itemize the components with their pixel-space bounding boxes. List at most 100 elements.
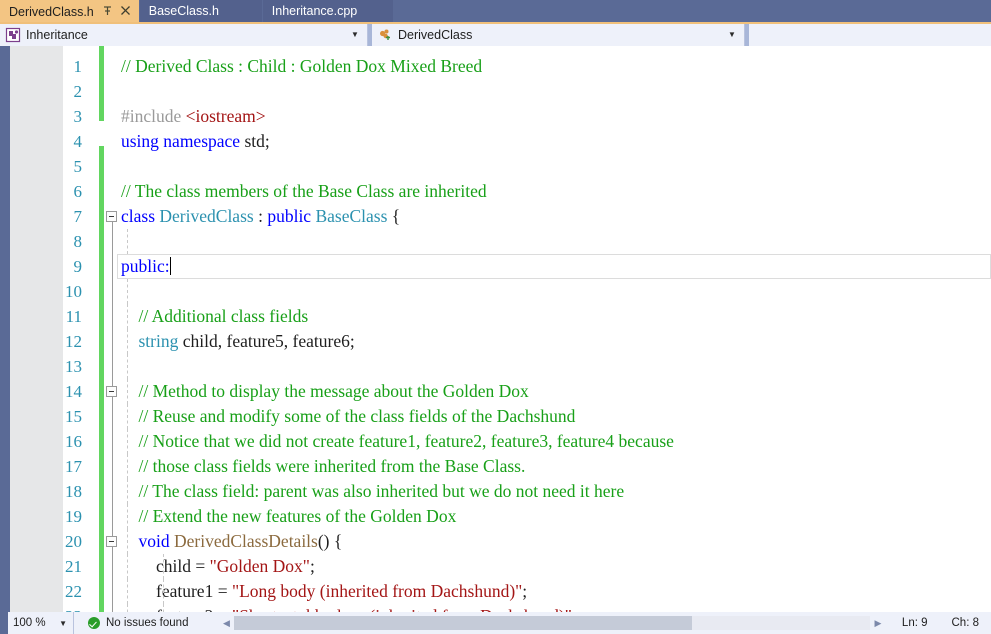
code-token-plain: ; [309, 556, 315, 576]
visual-studio-window: DerivedClass.h BaseClass.h Inheritance.c… [0, 0, 991, 634]
chevron-down-icon[interactable]: ▼ [59, 619, 73, 628]
indent-guide [127, 354, 128, 379]
class-icon [377, 27, 393, 43]
close-icon[interactable] [120, 5, 131, 18]
issues-status-text: No issues found [106, 617, 189, 629]
indent-guide [127, 454, 128, 479]
caret-line-indicator: Ln: 9 [901, 617, 928, 629]
code-text-area[interactable]: // Derived Class : Child : Golden Dox Mi… [121, 46, 991, 612]
outline-collapse-toggle[interactable] [106, 386, 117, 397]
code-line[interactable] [121, 154, 991, 179]
code-line[interactable]: // The class field: parent was also inhe… [121, 479, 991, 504]
code-line[interactable] [121, 229, 991, 254]
tab-label: Inheritance.cpp [271, 4, 358, 18]
chevron-down-icon[interactable]: ▼ [347, 24, 363, 46]
code-line[interactable]: // Method to display the message about t… [121, 379, 991, 404]
line-number: 17 [65, 457, 82, 476]
code-token-type: DerivedClass [159, 206, 254, 226]
triangle-left-icon[interactable]: ◀ [218, 614, 234, 632]
outlining-margin[interactable] [105, 46, 121, 612]
indent-guide [127, 579, 128, 604]
code-token-kw: class [121, 206, 160, 226]
code-line[interactable]: // The class members of the Base Class a… [121, 179, 991, 204]
line-number-gutter: 1234567891011121314151617181920212223 [10, 46, 85, 612]
code-line[interactable] [121, 279, 991, 304]
code-line[interactable]: // Notice that we did not create feature… [121, 429, 991, 454]
scrollbar-track[interactable] [234, 616, 870, 630]
code-token-str: "Long body (inherited from Dachshund)" [231, 581, 523, 601]
code-token-comment: // The class field: parent was also inhe… [121, 481, 625, 501]
line-number: 14 [65, 382, 82, 401]
class-scope-dropdown[interactable]: DerivedClass ▼ [372, 24, 745, 46]
line-number: 22 [65, 582, 82, 601]
editor-tab-strip: DerivedClass.h BaseClass.h Inheritance.c… [0, 0, 991, 22]
code-token-comment: // Extend the new features of the Golden… [121, 506, 457, 526]
tab-label: DerivedClass.h [9, 4, 94, 19]
line-number: 5 [73, 157, 83, 176]
code-line[interactable]: // Reuse and modify some of the class fi… [121, 404, 991, 429]
code-line[interactable]: string child, feature5, feature6; [121, 329, 991, 354]
tab-inheritance-cpp[interactable]: Inheritance.cpp [262, 0, 393, 22]
code-line[interactable]: feature2 = "Short, stubby legs (inherite… [121, 604, 991, 612]
outline-connector [112, 393, 113, 518]
code-line[interactable]: // those class fields were inherited fro… [121, 454, 991, 479]
line-number: 7 [73, 207, 83, 226]
code-line[interactable]: child = "Golden Dox"; [121, 554, 991, 579]
line-number: 10 [65, 282, 82, 301]
caret-column-indicator: Ch: 8 [951, 617, 980, 629]
indent-guide [127, 404, 128, 429]
code-line[interactable]: feature1 = "Long body (inherited from Da… [121, 579, 991, 604]
code-line[interactable]: // Derived Class : Child : Golden Dox Mi… [121, 54, 991, 79]
line-number: 3 [73, 107, 83, 126]
indent-guide [127, 429, 128, 454]
zoom-level-value: 100 % [13, 617, 46, 629]
editor-left-rail [0, 46, 10, 612]
line-number: 2 [73, 82, 83, 101]
line-number: 18 [65, 482, 82, 501]
indent-guide [127, 329, 128, 354]
code-line[interactable]: // Extend the new features of the Golden… [121, 504, 991, 529]
member-scope-dropdown[interactable] [749, 24, 991, 46]
editor-navigation-bar: Inheritance ▼ DerivedClass ▼ [0, 22, 991, 46]
tab-label: BaseClass.h [148, 4, 219, 18]
line-number: 8 [73, 232, 83, 251]
code-token-plain: : [253, 206, 268, 226]
line-number: 13 [65, 357, 82, 376]
code-line[interactable]: using namespace std; [121, 129, 991, 154]
tab-baseclass-h[interactable]: BaseClass.h [139, 0, 262, 22]
zoom-level-control[interactable]: 100 % ▼ [8, 612, 74, 634]
tab-derivedclass-h[interactable]: DerivedClass.h [0, 0, 139, 22]
code-token-comment: // Method to display the message about t… [121, 381, 529, 401]
project-scope-dropdown[interactable]: Inheritance ▼ [0, 24, 368, 46]
success-check-icon [88, 617, 100, 629]
outline-collapse-toggle[interactable] [106, 536, 117, 547]
indent-guide [163, 579, 164, 604]
code-line[interactable]: #include <iostream> [121, 104, 991, 129]
code-editor[interactable]: 1234567891011121314151617181920212223 //… [0, 46, 991, 612]
chevron-down-icon[interactable]: ▼ [724, 24, 740, 46]
horizontal-scrollbar[interactable]: ◀ ▶ [218, 614, 885, 632]
line-number: 23 [10, 604, 85, 612]
change-bar-segment [99, 46, 104, 121]
code-line[interactable]: public: [121, 254, 991, 279]
code-token-comment: // Reuse and modify some of the class fi… [121, 406, 576, 426]
code-token-op: = [195, 556, 210, 576]
line-number: 12 [65, 332, 82, 351]
code-token-plain: ; [522, 581, 528, 601]
code-line[interactable]: // Additional class fields [121, 304, 991, 329]
line-number: 15 [65, 407, 82, 426]
triangle-right-icon[interactable]: ▶ [870, 614, 886, 632]
outline-collapse-toggle[interactable] [106, 211, 117, 222]
code-token-plain: { [387, 206, 401, 226]
pin-icon[interactable] [102, 5, 113, 19]
code-line[interactable] [121, 79, 991, 104]
scrollbar-thumb[interactable] [234, 616, 692, 630]
code-line[interactable]: class DerivedClass : public BaseClass { [121, 204, 991, 229]
code-line[interactable] [121, 354, 991, 379]
indent-guide [127, 229, 128, 254]
line-number: 6 [73, 182, 83, 201]
code-token-op: = [217, 581, 232, 601]
code-line[interactable]: void DerivedClassDetails() { [121, 529, 991, 554]
line-number: 21 [65, 557, 82, 576]
outline-connector [112, 543, 113, 612]
